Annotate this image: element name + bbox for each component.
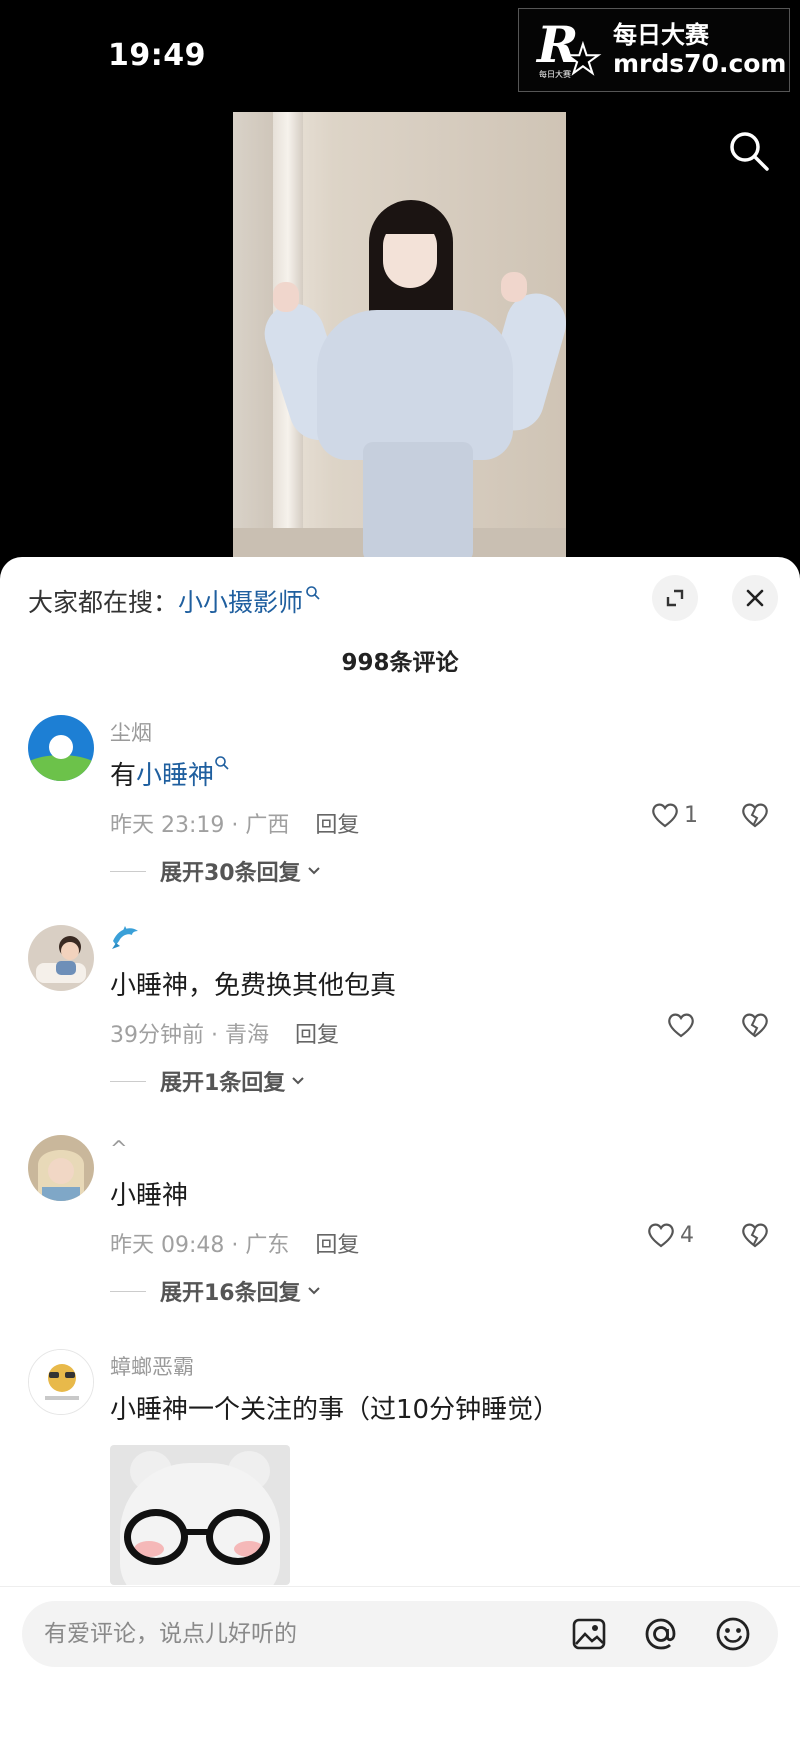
heart-icon <box>668 1013 694 1038</box>
watermark-small-text: 每日大赛 <box>539 70 571 79</box>
small-search-icon <box>306 586 320 600</box>
like-button[interactable] <box>666 1011 696 1039</box>
watermark-url: mrds70.com <box>613 49 787 78</box>
comment-time-location: 昨天 09:48 · 广东 <box>110 1233 290 1258</box>
comment-count: 998条评论 <box>341 650 459 676</box>
dislike-button[interactable] <box>740 801 770 833</box>
expand-replies-button[interactable]: 展开30条回复 <box>110 855 323 887</box>
broken-heart-icon <box>742 803 768 828</box>
comment-username[interactable]: 尘烟 <box>110 717 152 747</box>
expand-replies-button[interactable]: 展开1条回复 <box>110 1065 307 1097</box>
at-icon[interactable] <box>642 1615 680 1653</box>
image-icon[interactable] <box>570 1615 608 1653</box>
avatar[interactable] <box>28 1349 94 1415</box>
comment-text: 小睡神 <box>110 1181 189 1211</box>
avatar[interactable] <box>28 1135 94 1201</box>
avatar-image <box>29 1350 93 1414</box>
heart-icon <box>652 803 678 828</box>
comment-input-bar <box>0 1586 800 1738</box>
status-time: 19:49 <box>108 38 206 73</box>
expand-replies-button[interactable]: 展开16条回复 <box>110 1275 323 1307</box>
collapse-icon <box>666 589 684 607</box>
heart-icon <box>648 1223 674 1248</box>
comment-text: 小睡神，免费换其他包真 <box>110 971 397 1001</box>
chevron-down-icon <box>307 1287 320 1295</box>
like-button[interactable]: 1 <box>650 801 698 829</box>
comment-meta: 39分钟前 · 青海 回复 <box>110 1017 339 1049</box>
like-count: 1 <box>684 802 698 828</box>
comment-panel: 大家都在搜：小小摄影师 998条评论 尘烟 有小睡神 昨天 23:19 · 广西… <box>0 557 800 1738</box>
small-search-icon <box>215 756 229 770</box>
glasses-bridge <box>186 1529 210 1535</box>
sticker-image[interactable] <box>110 1445 290 1585</box>
watermark-text: 每日大赛 mrds70.com <box>613 21 787 79</box>
comment-meta: 昨天 09:48 · 广东 回复 <box>110 1227 359 1259</box>
watermark-title: 每日大赛 <box>613 21 709 49</box>
hot-search-prefix: 大家都在搜： <box>28 588 179 617</box>
avatar-image <box>28 715 94 781</box>
comment-time-location: 昨天 23:19 · 广西 <box>110 813 290 838</box>
comment-text-prefix: 有 <box>110 761 137 791</box>
comment-keyword-link[interactable]: 小睡神 <box>136 761 214 791</box>
dislike-button[interactable] <box>740 1221 770 1253</box>
chevron-down-icon <box>307 867 320 875</box>
chevron-down-icon <box>292 1077 305 1085</box>
person-bangs <box>379 208 441 234</box>
like-button[interactable]: 4 <box>646 1221 694 1249</box>
glasses-lens <box>206 1509 270 1565</box>
comment-text: 有小睡神 <box>110 755 230 792</box>
dolphin-icon[interactable] <box>110 921 142 951</box>
close-icon <box>746 589 764 607</box>
person-dress <box>317 310 513 460</box>
comment-username[interactable]: 蟑螂恶霸 <box>110 1351 194 1381</box>
broken-heart-icon <box>742 1223 768 1248</box>
search-icon[interactable] <box>726 128 772 174</box>
reply-button[interactable]: 回复 <box>295 1023 339 1048</box>
close-button[interactable] <box>732 575 778 621</box>
comment-text: 小睡神一个关注的事（过10分钟睡觉） <box>110 1395 560 1425</box>
reply-button[interactable]: 回复 <box>315 1233 359 1258</box>
avatar-image <box>28 1135 94 1201</box>
comment-time-location: 39分钟前 · 青海 <box>110 1023 269 1048</box>
collapse-button[interactable] <box>652 575 698 621</box>
avatar-image <box>28 925 94 991</box>
emoji-icon[interactable] <box>714 1615 752 1653</box>
divider <box>110 1080 146 1082</box>
avatar[interactable] <box>28 925 94 991</box>
expand-replies-label: 展开30条回复 <box>160 861 301 886</box>
expand-replies-label: 展开1条回复 <box>160 1071 286 1096</box>
hot-search[interactable]: 大家都在搜：小小摄影师 <box>28 583 321 619</box>
expand-replies-label: 展开16条回复 <box>160 1281 301 1306</box>
comment-username[interactable]: ^ <box>110 1137 128 1161</box>
watermark-logo: R ★ 每日大赛 每日大赛 mrds70.com <box>518 8 790 92</box>
avatar[interactable] <box>28 715 94 781</box>
reply-button[interactable]: 回复 <box>315 813 359 838</box>
glasses-lens <box>124 1509 188 1565</box>
comment-input-container[interactable] <box>22 1601 778 1667</box>
person-skirt <box>363 442 473 558</box>
dislike-button[interactable] <box>740 1011 770 1043</box>
like-count: 4 <box>680 1222 694 1248</box>
person-hand <box>273 282 299 312</box>
video-frame[interactable] <box>233 112 566 558</box>
divider <box>110 1290 146 1292</box>
broken-heart-icon <box>742 1013 768 1038</box>
comment-meta: 昨天 23:19 · 广西 回复 <box>110 807 359 839</box>
person-hand <box>501 272 527 302</box>
hot-search-keyword[interactable]: 小小摄影师 <box>178 588 303 617</box>
app-screen: 19:49 R ★ 每日大赛 每日大赛 mrds70.com 大家都在搜：小小摄… <box>0 0 800 1738</box>
comment-input[interactable] <box>44 1601 544 1667</box>
divider <box>110 870 146 872</box>
watermark-emblem: R ★ 每日大赛 <box>533 15 605 84</box>
